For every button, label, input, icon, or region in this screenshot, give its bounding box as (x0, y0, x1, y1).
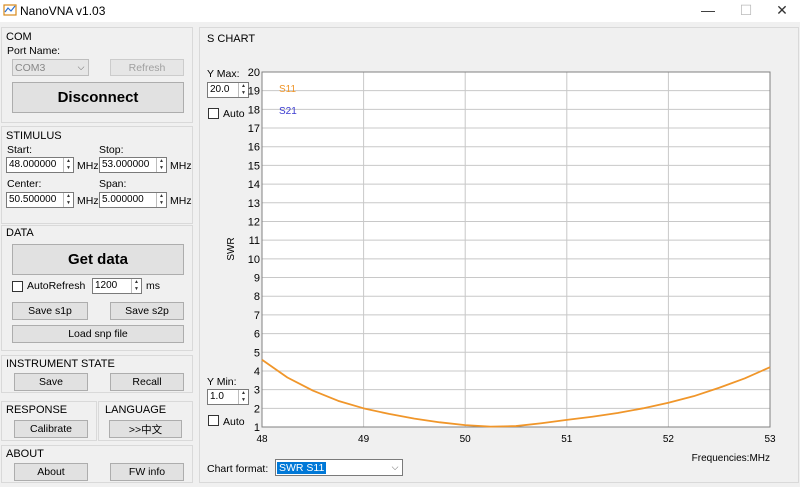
y-tick-label: 1 (254, 422, 260, 434)
y-tick-label: 17 (248, 123, 260, 135)
y-tick-label: 3 (254, 385, 260, 397)
y-tick-label: 5 (254, 347, 260, 359)
y-tick-label: 20 (248, 67, 260, 79)
y-tick-label: 15 (248, 160, 260, 172)
y-tick-label: 4 (254, 366, 260, 378)
plot-area (262, 72, 770, 427)
x-tick-label: 53 (764, 434, 776, 445)
y-tick-label: 8 (254, 291, 260, 303)
y-tick-label: 12 (248, 216, 260, 228)
x-tick-label: 48 (256, 434, 268, 445)
y-tick-label: 6 (254, 329, 260, 341)
x-tick-label: 49 (358, 434, 370, 445)
x-tick-label: 51 (561, 434, 573, 445)
y-tick-label: 2 (254, 403, 260, 415)
y-tick-label: 14 (248, 179, 260, 191)
y-tick-label: 11 (249, 235, 260, 247)
y-tick-label: 16 (248, 142, 260, 154)
y-tick-labels: 1234567891011121314151617181920 (248, 67, 260, 434)
y-tick-label: 7 (254, 310, 260, 322)
legend-s21: S21 (279, 106, 297, 117)
x-axis-label: Frequencies:MHz (692, 453, 770, 464)
swr-chart: 1234567891011121314151617181920 48 49 50 51… (226, 67, 776, 464)
y-tick-label: 9 (254, 273, 260, 285)
y-tick-label: 10 (248, 254, 260, 266)
y-axis-label: SWR (226, 237, 237, 260)
x-tick-label: 52 (663, 434, 675, 445)
y-tick-label: 13 (248, 198, 260, 210)
legend-s11: S11 (279, 84, 296, 95)
x-tick-label: 50 (460, 434, 472, 445)
y-tick-label: 19 (248, 86, 260, 98)
x-tick-labels: 48 49 50 51 52 53 (256, 434, 776, 445)
y-tick-label: 18 (248, 104, 260, 116)
